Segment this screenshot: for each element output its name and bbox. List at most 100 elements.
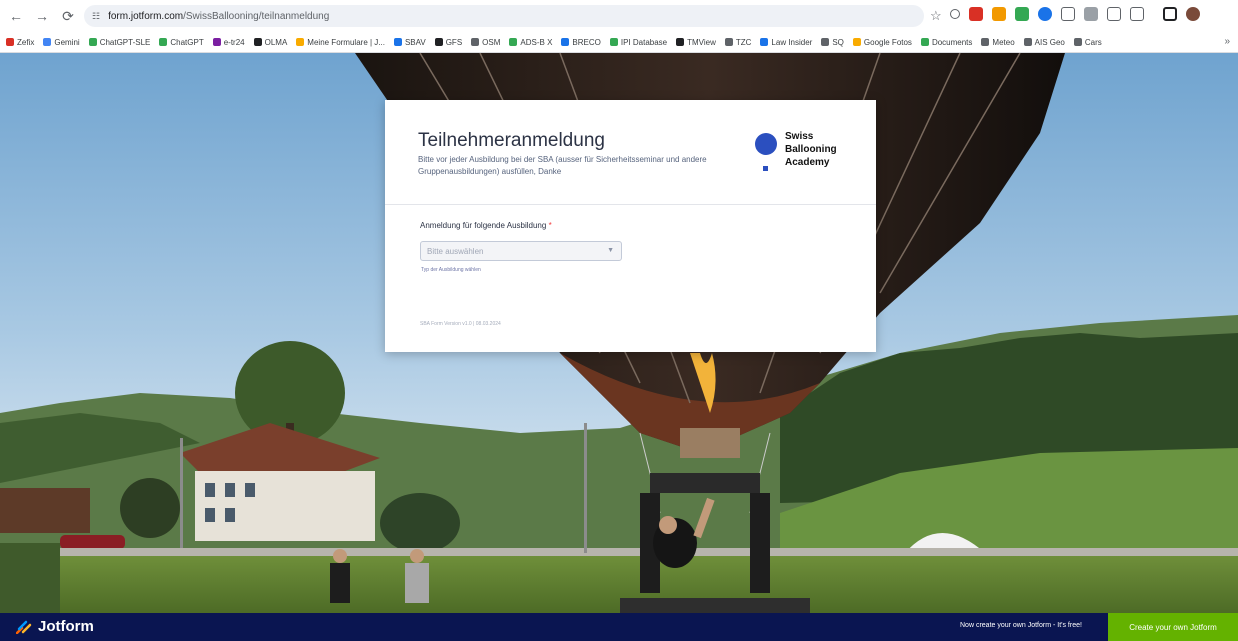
bookmark-label: ChatGPT-SLE [99,37,151,47]
required-asterisk: * [548,221,552,230]
puzzle-extension-icon[interactable] [1130,7,1144,21]
bookmark-label: Cars [1084,37,1102,47]
bookmark-item[interactable]: ADS-B X [509,38,552,47]
bookmark-item[interactable]: e-tr24 [212,37,245,47]
create-jotform-button[interactable]: Create your own Jotform [1108,613,1238,641]
bookmark-favicon-icon [920,38,929,46]
form-subtitle: Bitte vor jeder Ausbildung bei der SBA (… [418,155,707,176]
ausbildung-select[interactable]: Bitte auswählen ▼ [420,241,622,261]
bookmark-label: Law Insider [771,37,813,47]
bookmark-item[interactable]: SQ [821,38,844,47]
bookmark-item[interactable]: SBAV [393,37,426,47]
green-extension-icon[interactable] [1015,7,1029,21]
bookmark-label: ADS-B X [520,37,553,47]
bookmark-star-icon[interactable]: ☆ [930,8,942,24]
bookmark-favicon-icon [852,38,861,46]
jotform-footer-bar: Jotform Now create your own Jotform - It… [0,613,1238,641]
form-title: Teilnehmeranmeldung [418,130,605,151]
address-bar[interactable]: ☷ form.jotform.com/SwissBallooning/teiln… [84,5,924,27]
bookmark-item[interactable]: BRECO [561,37,601,47]
bookmark-item[interactable]: Documents [920,38,972,47]
select-sublabel: Typ der Ausbildung wählen [421,267,481,273]
bookmark-label: OSM [482,37,501,47]
site-info-icon[interactable]: ☷ [92,11,100,22]
bookmark-item[interactable]: TMView [676,38,716,47]
reload-icon[interactable]: ⟳ [58,6,78,26]
bookmark-label: Meine Formulare | J... [307,37,385,47]
bookmarks-bar: Zefix Gemini ChatGPT-SLE ChatGPT e-tr24 OLMA M… [0,32,1238,53]
blue-extension-icon[interactable] [1038,7,1052,21]
bookmark-item[interactable]: ChatGPT-SLE [88,37,151,47]
bookmark-label: Google Fotos [863,37,912,47]
bookmark-label: AIS Geo [1034,37,1065,47]
bookmark-favicon-icon [821,38,830,46]
bookmark-label: Gemini [54,37,80,47]
bookmark-item[interactable]: Zefix [6,38,34,47]
bookmark-favicon-icon [6,38,14,46]
bookmark-label: SBAV [404,37,426,47]
bookmark-favicon-icon [253,38,262,46]
logo-line-1: Swiss [785,131,814,142]
extensions-row [950,7,1200,21]
drive-extension-icon[interactable] [1107,7,1121,21]
jotform-promo-text: Now create your own Jotform - It's free! [960,622,1082,629]
jotform-logo-icon [16,620,32,634]
bookmark-favicon-icon [43,38,52,46]
bookmark-item[interactable]: Google Fotos [852,37,912,47]
bookmark-item[interactable]: OLMA [253,38,287,47]
forward-icon[interactable]: → [32,6,52,26]
bookmark-item[interactable]: AIS Geo [1023,37,1065,47]
logo-text: Swiss Ballooning Academy [785,130,837,169]
bookmarks-overflow-icon[interactable]: » [1224,36,1230,47]
header-divider [385,204,876,205]
grey-extension-icon[interactable] [1084,7,1098,21]
bookmark-favicon-icon [760,38,769,46]
bookmark-label: SQ [832,37,844,47]
bookmark-item[interactable]: OSM [471,38,500,47]
bookmark-favicon-icon [434,38,443,46]
bookmark-item[interactable]: GFS [434,38,462,47]
bookmark-item[interactable]: IPI Database [609,38,667,47]
bookmark-item[interactable]: TZC [724,38,751,47]
back-icon[interactable]: ← [6,6,26,26]
bookmark-favicon-icon [393,38,402,46]
bookmark-label: Zefix [17,37,35,47]
brush-extension-icon[interactable] [1061,7,1075,21]
select-placeholder: Bitte auswählen [427,246,484,256]
page-content: Teilnehmeranmeldung Bitte vor jeder Ausb… [0,53,1238,613]
bookmark-favicon-icon [159,38,168,46]
bookmark-item[interactable]: Gemini [43,37,80,47]
bookmark-label: e-tr24 [223,37,245,47]
bookmark-item[interactable]: Meteo [981,37,1015,47]
question-label-text: Anmeldung für folgende Ausbildung [420,221,547,230]
bookmark-label: Meteo [992,37,1015,47]
pen-extension-icon[interactable] [950,9,960,19]
bookmark-item[interactable]: Meine Formulare | J... [296,38,385,47]
sidepanel-icon[interactable] [1163,7,1177,21]
bookmark-favicon-icon [981,38,990,46]
url-host: form.jotform.com [108,10,184,22]
form-card: Teilnehmeranmeldung Bitte vor jeder Ausb… [385,100,876,352]
logo-line-3: Academy [785,157,830,168]
chevron-down-icon[interactable]: ▼ [607,247,614,254]
profile-avatar[interactable] [1186,7,1200,21]
red-extension-icon[interactable] [969,7,983,21]
bookmark-item[interactable]: Cars [1073,37,1102,47]
bookmark-favicon-icon [676,38,685,46]
bookmark-favicon-icon [561,38,570,46]
bookmark-favicon-icon [296,38,305,46]
bookmark-label: TMView [687,37,716,47]
orange-extension-icon[interactable] [992,7,1006,21]
bookmark-item[interactable]: ChatGPT [159,38,204,47]
jotform-brand[interactable]: Jotform [38,618,94,635]
bookmark-favicon-icon [88,38,97,46]
logo-circle-icon [755,133,777,155]
bookmark-favicon-icon [724,38,733,46]
form-version: SBA Form Version v1.0 | 08.03.2024 [420,321,501,327]
bookmark-favicon-icon [509,38,518,46]
logo-line-2: Ballooning [785,144,837,155]
logo-square-icon [763,166,768,171]
bookmark-label: BRECO [572,37,601,47]
bookmark-favicon-icon [212,38,221,46]
bookmark-item[interactable]: Law Insider [760,38,812,47]
